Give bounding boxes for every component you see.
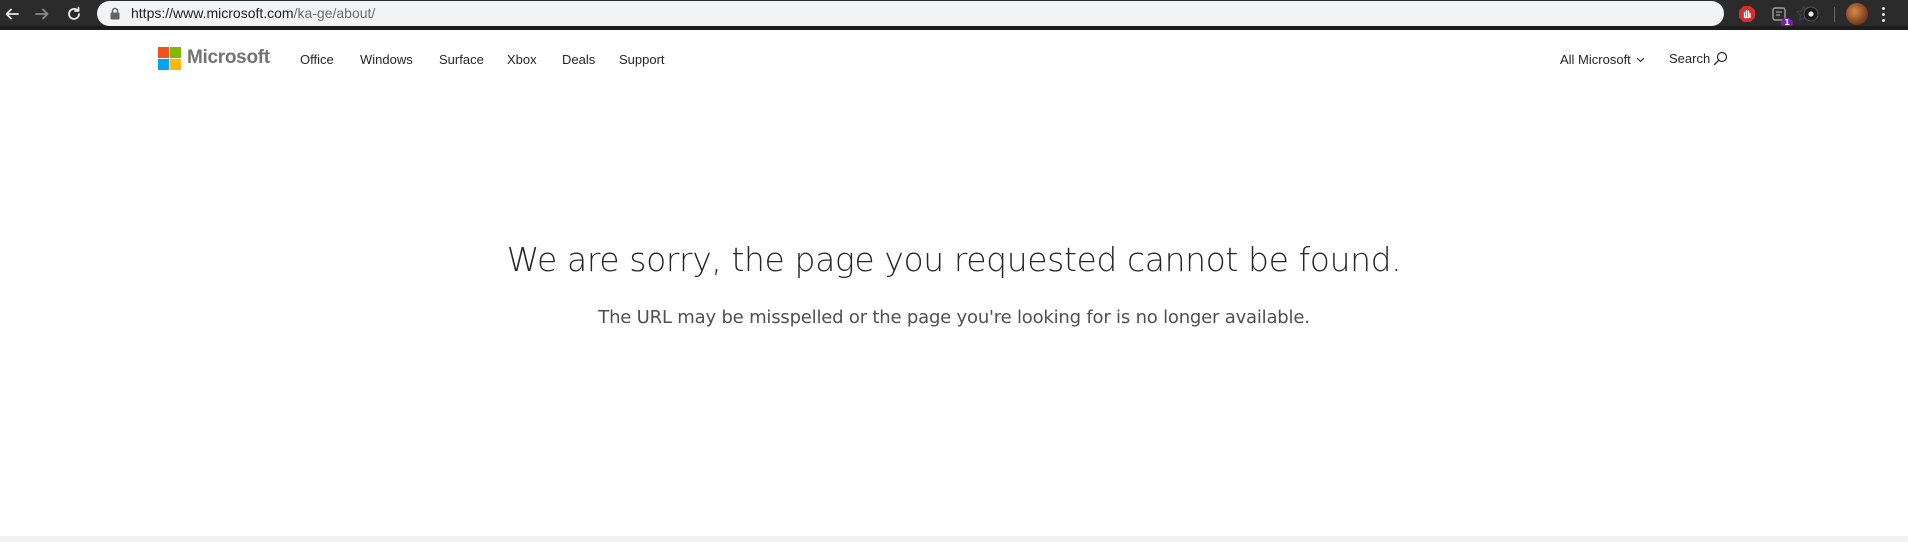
reload-button[interactable] [62,2,86,26]
browser-menu-button[interactable] [1874,4,1892,24]
nav-deals[interactable]: Deals [562,52,595,67]
address-bar[interactable]: https://www.microsoft.com/ka-ge/about/ [97,1,1812,26]
search-icon [1714,51,1728,66]
url-path: /ka-ge/about/ [293,5,376,21]
arrow-left-icon [5,8,19,20]
menu-dot [1881,6,1885,10]
error-message: We are sorry, the page you requested can… [0,236,1908,330]
microsoft-logo-link[interactable]: Microsoft [158,46,270,70]
error-subtitle: The URL may be misspelled or the page yo… [598,307,1310,328]
record-icon [1803,6,1819,22]
forward-button[interactable] [30,2,54,26]
nav-xbox[interactable]: Xbox [507,52,537,67]
logo-wordmark: Microsoft [187,47,270,68]
extension-button[interactable]: 1 [1768,3,1793,28]
error-title: We are sorry, the page you requested can… [506,240,1402,279]
site-header: Microsoft Office Windows Surface Xbox De… [0,30,1908,88]
url-text: https://www.microsoft.com/ka-ge/about/ [131,6,375,21]
nav-windows[interactable]: Windows [360,52,413,67]
nav-office[interactable]: Office [300,52,334,67]
microsoft-logo-icon [158,46,181,70]
menu-dot [1881,18,1885,22]
nav-surface[interactable]: Surface [439,52,484,67]
adblock-icon [1739,6,1755,22]
back-button[interactable] [0,2,24,26]
profile-avatar[interactable] [1846,3,1868,25]
arrow-right-icon [35,8,49,20]
browser-toolbar: https://www.microsoft.com/ka-ge/about/ 1 [0,0,1908,30]
all-microsoft-label: All Microsoft [1560,52,1631,67]
all-microsoft-menu[interactable]: All Microsoft [1560,52,1645,67]
search-button[interactable]: Search [1669,51,1728,66]
lock-icon [110,7,120,20]
nav-support[interactable]: Support [619,52,665,67]
url-host: https://www.microsoft.com [131,5,294,21]
reload-icon [68,6,80,20]
page-bottom-border [0,536,1908,542]
toolbar-divider [1834,7,1835,22]
adblock-extension-button[interactable] [1736,3,1758,25]
chevron-down-icon [1636,57,1645,62]
search-label: Search [1669,51,1711,66]
menu-dot [1881,12,1885,16]
record-extension-button[interactable] [1800,3,1822,25]
